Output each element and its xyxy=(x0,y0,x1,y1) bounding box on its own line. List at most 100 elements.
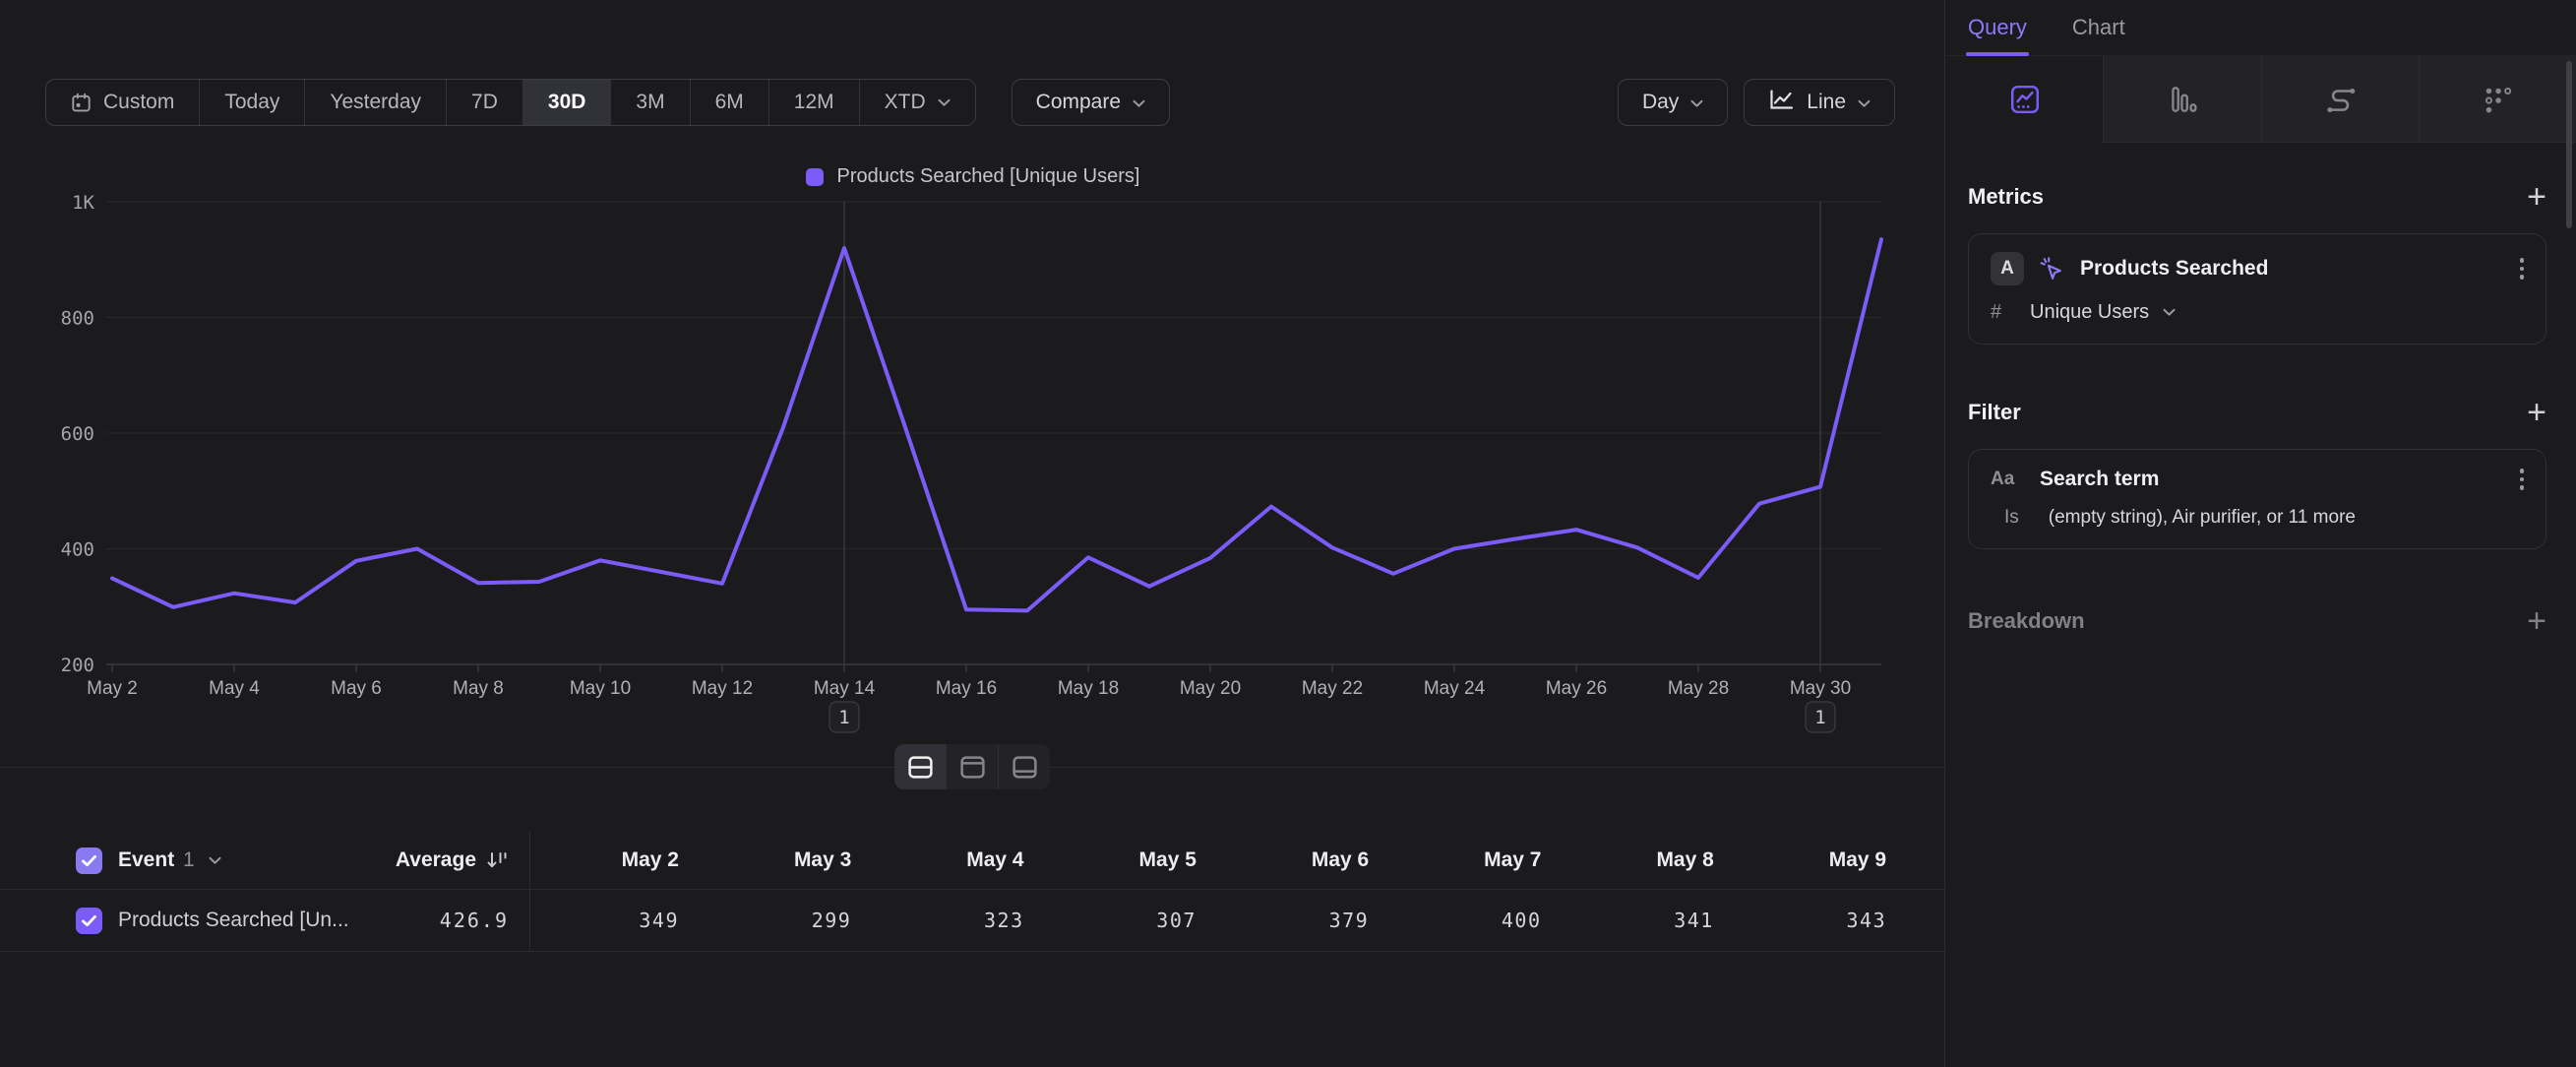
table-bottom-view-icon xyxy=(1011,753,1039,782)
report-main: CustomToday Yesterday 7D 30D 3M 6M 12M XTD Comp… xyxy=(0,0,1945,1067)
filter-section-header: Filter + xyxy=(1968,396,2546,429)
range-12m[interactable]: 12M xyxy=(768,80,859,125)
date-column-header[interactable]: May 6 xyxy=(1312,832,1369,889)
range-custom[interactable]: Custom xyxy=(46,80,199,125)
cell-value: 299 xyxy=(812,890,852,951)
chart-type-label: Line xyxy=(1807,91,1846,114)
x-axis-label: May 20 xyxy=(1180,678,1241,699)
series-row-label: Products Searched [Un... xyxy=(118,890,349,951)
range-label: 6M xyxy=(715,91,744,114)
y-axis-label: 200 xyxy=(61,655,94,676)
date-column-header[interactable]: May 4 xyxy=(966,832,1023,889)
kebab-menu-icon[interactable] xyxy=(2520,469,2527,490)
select-all-checkbox[interactable] xyxy=(76,847,102,874)
layout-table-bottom-button[interactable] xyxy=(998,744,1050,789)
filter-card[interactable]: Aa Search term Is (empty string), Air pu… xyxy=(1968,449,2546,549)
report-type-flows[interactable] xyxy=(2261,56,2419,143)
table-top-view-icon xyxy=(958,753,987,782)
average-column-header[interactable]: Average xyxy=(396,832,509,889)
series-line[interactable] xyxy=(112,239,1881,610)
range-today[interactable]: Today xyxy=(199,80,304,125)
x-axis-label: May 26 xyxy=(1546,678,1607,699)
range-yesterday[interactable]: Yesterday xyxy=(304,80,446,125)
filter-condition-row: Is (empty string), Air purifier, or 11 m… xyxy=(1991,507,2526,529)
chevron-down-icon xyxy=(1690,91,1703,114)
chart-type-button[interactable]: Line xyxy=(1744,79,1895,126)
range-7d[interactable]: 7D xyxy=(446,80,522,125)
filter-property-name[interactable]: Search term xyxy=(2040,468,2520,491)
x-axis-label: May 8 xyxy=(453,678,504,699)
chevron-down-icon xyxy=(938,98,951,107)
date-column-header[interactable]: May 2 xyxy=(622,832,679,889)
date-column-header[interactable]: May 8 xyxy=(1656,832,1713,889)
breakdown-title: Breakdown xyxy=(1968,608,2085,634)
date-column-header[interactable]: May 9 xyxy=(1829,832,1886,889)
x-axis-label: May 4 xyxy=(209,678,260,699)
annotation-count[interactable]: 1 xyxy=(838,707,849,728)
y-axis-label: 800 xyxy=(61,308,94,330)
cell-value: 400 xyxy=(1502,890,1542,951)
tab-query[interactable]: Query xyxy=(1968,0,2027,56)
row-checkbox[interactable] xyxy=(76,908,102,934)
range-label: Yesterday xyxy=(330,91,421,114)
range-label: 12M xyxy=(794,91,834,114)
granularity-button[interactable]: Day xyxy=(1618,79,1728,126)
compare-button[interactable]: Compare xyxy=(1012,79,1170,126)
chevron-down-icon xyxy=(1858,91,1871,114)
range-label: 3M xyxy=(636,91,664,114)
x-axis-label: May 14 xyxy=(814,678,876,699)
range-label: XTD xyxy=(885,91,926,114)
layout-split-button[interactable] xyxy=(894,744,946,789)
report-type-insights[interactable] xyxy=(1946,56,2103,143)
range-30d[interactable]: 30D xyxy=(522,80,611,125)
query-panel: Query Chart xyxy=(1946,0,2576,1067)
annotation-count[interactable]: 1 xyxy=(1814,707,1825,728)
add-metric-button[interactable]: + xyxy=(2527,180,2546,214)
metric-event-name[interactable]: Products Searched xyxy=(2080,257,2520,281)
y-axis-label: 1K xyxy=(72,192,94,214)
add-filter-button[interactable]: + xyxy=(2527,396,2546,429)
retention-dots-icon xyxy=(2482,84,2513,115)
cell-value: 349 xyxy=(639,890,679,951)
tab-chart[interactable]: Chart xyxy=(2072,0,2125,56)
chevron-down-icon xyxy=(1133,91,1145,114)
range-3m[interactable]: 3M xyxy=(610,80,689,125)
range-xtd[interactable]: XTD xyxy=(859,80,975,125)
report-type-retention[interactable] xyxy=(2419,56,2576,143)
table-data-row: Products Searched [Un... 426.9 349299323… xyxy=(0,890,1945,952)
event-column-header[interactable]: Event xyxy=(118,832,174,889)
kebab-menu-icon[interactable] xyxy=(2520,258,2527,280)
table-header-row: Event 1 Average May 2 May 3 May 4 May 5 May … xyxy=(0,832,1945,890)
metric-card[interactable]: A Products Searched # Unique User xyxy=(1968,233,2546,345)
x-axis-label: May 2 xyxy=(87,678,138,699)
date-column-header[interactable]: May 3 xyxy=(794,832,851,889)
panel-scrollbar[interactable] xyxy=(2566,61,2572,228)
metric-aggregation-row: # Unique Users xyxy=(1991,301,2526,324)
date-range-group: CustomToday Yesterday 7D 30D 3M 6M 12M XTD xyxy=(45,79,976,126)
x-axis-label: May 6 xyxy=(331,678,382,699)
metric-letter-badge: A xyxy=(1991,252,2024,285)
cell-value: 323 xyxy=(984,890,1024,951)
layout-table-top-button[interactable] xyxy=(946,744,998,789)
filter-values[interactable]: (empty string), Air purifier, or 11 more xyxy=(2049,507,2356,529)
filter-operator[interactable]: Is xyxy=(2004,507,2019,529)
x-axis-label: May 22 xyxy=(1302,678,1363,699)
event-count: 1 xyxy=(183,832,195,889)
chevron-down-icon[interactable] xyxy=(209,832,221,889)
chevron-down-icon[interactable] xyxy=(2163,304,2176,322)
flows-icon xyxy=(2323,83,2357,116)
date-column-header[interactable]: May 5 xyxy=(1139,832,1196,889)
range-label: 30D xyxy=(548,91,586,114)
report-type-strip xyxy=(1946,56,2576,143)
average-label: Average xyxy=(396,848,476,872)
panel-tab-bar: Query Chart xyxy=(1946,0,2576,56)
line-chart[interactable]: 2004006008001K11May 2May 4May 6May 8May … xyxy=(0,157,1945,773)
granularity-label: Day xyxy=(1642,91,1679,114)
add-breakdown-button[interactable]: + xyxy=(2527,604,2546,638)
aggregation-selector[interactable]: Unique Users xyxy=(2030,301,2149,324)
range-6m[interactable]: 6M xyxy=(690,80,768,125)
x-axis-label: May 30 xyxy=(1790,678,1851,699)
x-axis-label: May 10 xyxy=(570,678,631,699)
report-type-funnels[interactable] xyxy=(2103,56,2260,143)
date-column-header[interactable]: May 7 xyxy=(1484,832,1541,889)
